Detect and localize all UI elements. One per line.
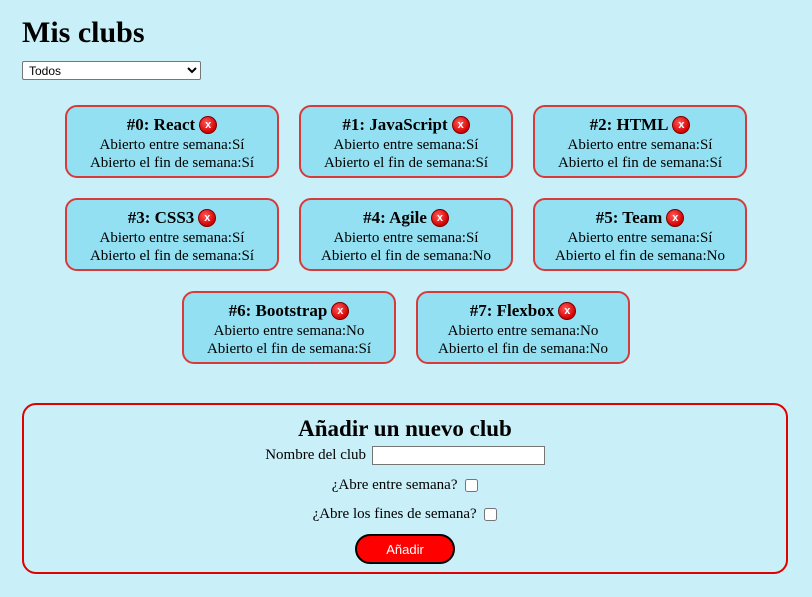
club-card: #4: Agile x Abierto entre semana:Sí Abie… (299, 198, 513, 271)
delete-club-icon[interactable]: x (666, 209, 685, 227)
club-weekday-status: Abierto entre semana:Sí (99, 137, 245, 153)
club-card: #0: React x Abierto entre semana:Sí Abie… (65, 105, 279, 178)
club-name-row: Nombre del club (24, 446, 786, 466)
page-title: Mis clubs (22, 16, 145, 49)
club-card-title: #4: Agile (363, 208, 427, 227)
delete-club-icon[interactable]: x (198, 209, 217, 227)
club-card-title: #7: Flexbox (469, 301, 555, 320)
club-card-header: #7: Flexbox x (418, 300, 628, 322)
club-card: #6: Bootstrap x Abierto entre semana:No … (182, 291, 396, 364)
club-card-header: #4: Agile x (301, 207, 511, 229)
weekday-row: ¿Abre entre semana? (24, 476, 786, 494)
weekend-label: ¿Abre los fines de semana? (312, 506, 477, 523)
add-club-form: Añadir un nuevo club Nombre del club ¿Ab… (22, 403, 788, 574)
club-card-header: #2: HTML x (535, 114, 745, 136)
club-card: #2: HTML x Abierto entre semana:Sí Abier… (533, 105, 747, 178)
club-weekend-status: Abierto el fin de semana:Sí (206, 341, 372, 357)
weekend-row: ¿Abre los fines de semana? (24, 505, 786, 523)
add-club-form-title: Añadir un nuevo club (298, 416, 512, 441)
club-card-list: #0: React x Abierto entre semana:Sí Abie… (0, 105, 812, 364)
club-card-header: #3: CSS3 x (67, 207, 277, 229)
club-weekday-status: Abierto entre semana:Sí (567, 137, 713, 153)
club-name-input[interactable] (371, 446, 545, 466)
delete-club-icon[interactable]: x (451, 116, 470, 134)
club-card-header: #1: JavaScript x (301, 114, 511, 136)
club-card-header: #0: React x (67, 114, 277, 136)
club-name-label: Nombre del club (265, 447, 367, 463)
club-weekend-status: Abierto el fin de semana:No (438, 341, 608, 357)
club-filter-select[interactable]: Todos (22, 61, 201, 80)
club-card: #7: Flexbox x Abierto entre semana:No Ab… (416, 291, 630, 364)
delete-club-icon[interactable]: x (672, 116, 691, 134)
club-card: #5: Team x Abierto entre semana:Sí Abier… (533, 198, 747, 271)
club-weekday-status: Abierto entre semana:Sí (567, 230, 713, 246)
club-weekday-status: Abierto entre semana:Sí (333, 230, 479, 246)
club-weekend-status: Abierto el fin de semana:Sí (557, 155, 723, 171)
delete-club-icon[interactable]: x (558, 302, 577, 320)
club-weekend-status: Abierto el fin de semana:Sí (89, 155, 255, 171)
weekday-label: ¿Abre entre semana? (331, 477, 458, 494)
weekday-checkbox[interactable] (465, 479, 479, 493)
club-card-header: #6: Bootstrap x (184, 300, 394, 322)
delete-club-icon[interactable]: x (331, 302, 350, 320)
club-weekday-status: Abierto entre semana:Sí (99, 230, 245, 246)
club-card-title: #1: JavaScript (342, 115, 448, 134)
club-weekday-status: Abierto entre semana:No (213, 323, 365, 339)
club-weekday-status: Abierto entre semana:Sí (333, 137, 479, 153)
club-weekend-status: Abierto el fin de semana:Sí (89, 248, 255, 264)
club-card-title: #3: CSS3 (127, 208, 195, 227)
club-weekend-status: Abierto el fin de semana:No (321, 248, 491, 264)
club-card-title: #2: HTML (589, 115, 669, 134)
club-card: #1: JavaScript x Abierto entre semana:Sí… (299, 105, 513, 178)
club-card-title: #0: React (126, 115, 196, 134)
club-weekend-status: Abierto el fin de semana:Sí (323, 155, 489, 171)
add-club-button[interactable]: Añadir (355, 534, 455, 565)
club-card-title: #5: Team (595, 208, 663, 227)
club-card-header: #5: Team x (535, 207, 745, 229)
delete-club-icon[interactable]: x (199, 116, 218, 134)
club-weekday-status: Abierto entre semana:No (447, 323, 599, 339)
club-weekend-status: Abierto el fin de semana:No (555, 248, 725, 264)
delete-club-icon[interactable]: x (430, 209, 449, 227)
club-card: #3: CSS3 x Abierto entre semana:Sí Abier… (65, 198, 279, 271)
club-card-title: #6: Bootstrap (228, 301, 328, 320)
weekend-checkbox[interactable] (484, 508, 498, 522)
